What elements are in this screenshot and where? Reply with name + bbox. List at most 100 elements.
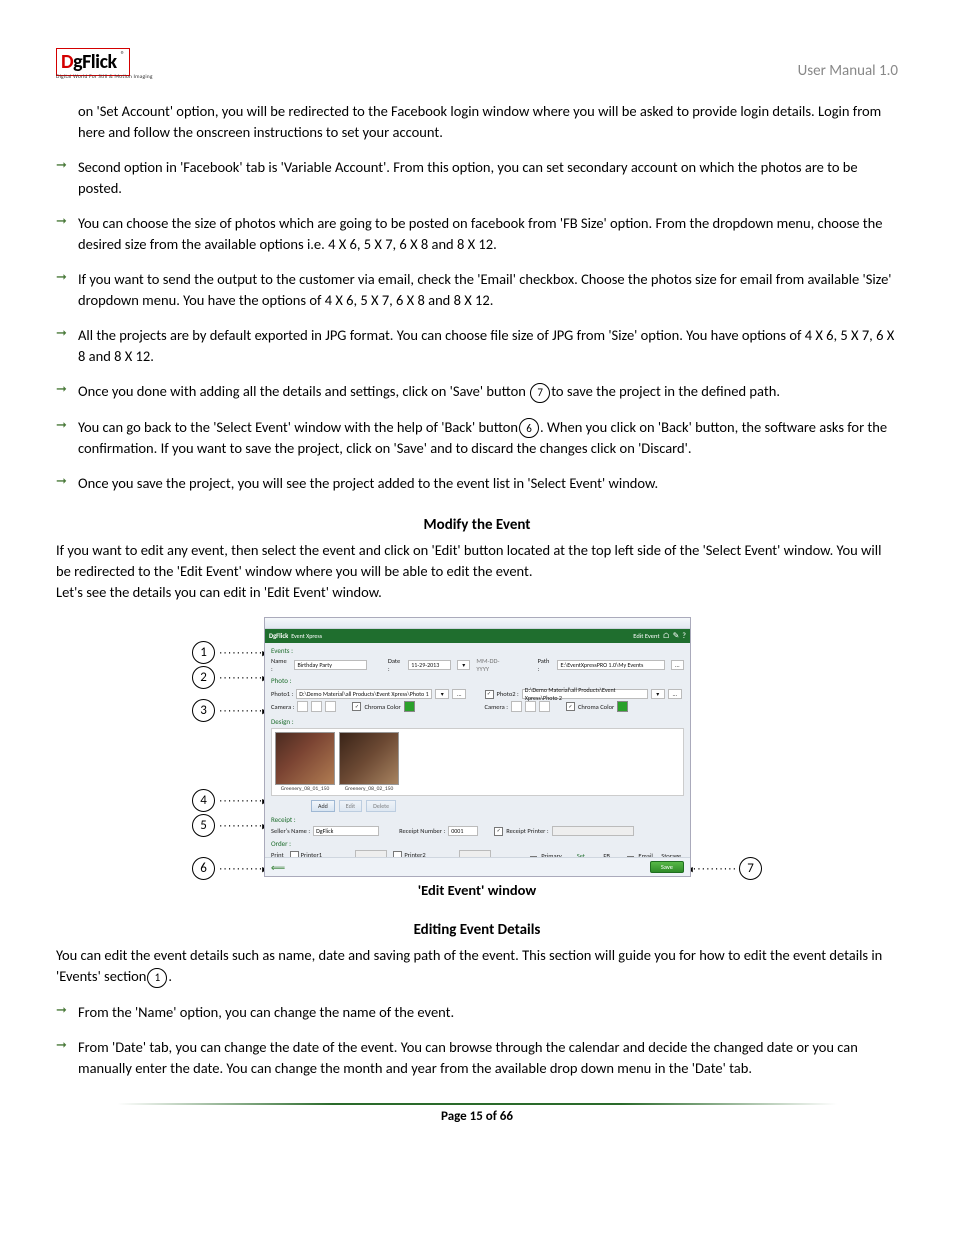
save-button[interactable]: Save xyxy=(650,861,684,873)
back-button[interactable]: ⟸ xyxy=(271,861,285,873)
chroma2-checkbox[interactable]: ✓ xyxy=(566,702,575,711)
chroma-color-swatch[interactable] xyxy=(404,701,415,712)
callout-3: 3 xyxy=(192,699,215,722)
callout-2: 2 xyxy=(192,666,215,689)
photo1-path[interactable]: D:\Demo Material\all Products\Event Xpre… xyxy=(296,689,432,699)
logo-tagline: Digital World For Still & Motion Imaging xyxy=(56,74,166,80)
edit-button[interactable]: Edit xyxy=(339,800,362,812)
bullet-item: Once you save the project, you will see … xyxy=(56,473,898,494)
logo-letters-rest: gFlick xyxy=(73,50,116,74)
photo2-path[interactable]: D:\Demo Material\all Products\Event Xpre… xyxy=(522,689,648,699)
bullet-item: From 'Date' tab, you can change the date… xyxy=(56,1037,898,1079)
callout-1: 1 xyxy=(192,641,215,664)
design-thumb-2[interactable]: Greenery_08_02_150 xyxy=(339,732,399,792)
logo: DgFlick ® Digital World For Still & Moti… xyxy=(56,48,166,93)
bullet-item-back: You can go back to the 'Select Event' wi… xyxy=(56,417,898,460)
thumbnail-caption: Greenery_08_02_150 xyxy=(339,786,399,792)
name-input[interactable]: Birthday Party xyxy=(294,660,366,670)
photo2-browse[interactable]: ... xyxy=(668,689,682,699)
date-label: Date : xyxy=(388,657,402,673)
camera-icon-2[interactable] xyxy=(311,701,322,712)
receipt-number-input[interactable]: 0001 xyxy=(448,826,478,836)
seller-label: Seller's Name : xyxy=(271,827,310,835)
callout-arrow-icon xyxy=(218,862,267,875)
heading-editing-event-details: Editing Event Details xyxy=(56,921,898,939)
receipt-printer-checkbox[interactable]: ✓ xyxy=(494,827,503,836)
section-events: Events : xyxy=(271,646,684,655)
date-format-hint: MM-DD-YYYY xyxy=(476,657,509,673)
path-label: Path : xyxy=(538,657,552,673)
thumbnail-image xyxy=(339,732,399,785)
path-input[interactable]: E:\EventXpressPRO 1.0\My Events xyxy=(557,660,664,670)
screenshot-caption: 'Edit Event' window xyxy=(56,881,898,899)
camera2-icon-1[interactable] xyxy=(511,701,522,712)
date-picker-button[interactable]: ▾ xyxy=(457,660,470,670)
photo2-dropdown[interactable]: ▾ xyxy=(651,689,665,699)
bullet-item-save: Once you done with adding all the detail… xyxy=(56,381,898,403)
logo-letter-d: D xyxy=(61,50,73,74)
path-browse-button[interactable]: ... xyxy=(671,660,684,670)
callout-4: 4 xyxy=(192,789,215,812)
delete-button[interactable]: Delete xyxy=(366,800,396,812)
inline-callout-seven: 7 xyxy=(530,383,550,403)
camera-label: Camera : xyxy=(271,703,294,711)
thumbnail-image xyxy=(275,732,335,785)
camera2-icon-2[interactable] xyxy=(525,701,536,712)
bullet-item: From the 'Name' option, you can change t… xyxy=(56,1002,898,1023)
continuation-paragraph: on 'Set Account' option, you will be red… xyxy=(56,101,898,143)
bullet-item: Second option in 'Facebook' tab is 'Vari… xyxy=(56,157,898,199)
settings-icon[interactable]: ✎ xyxy=(673,631,680,641)
bullet-item: If you want to send the output to the cu… xyxy=(56,269,898,311)
thumbnail-caption: Greenery_08_01_150 xyxy=(275,786,335,792)
chroma-checkbox[interactable]: ✓ xyxy=(352,702,361,711)
window-title: Edit Event xyxy=(633,632,659,640)
logo-reg: ® xyxy=(121,50,125,60)
section-order: Order : xyxy=(271,839,684,848)
editing-event-paragraph: You can edit the event details such as n… xyxy=(56,945,898,988)
heading-modify-event: Modify the Event xyxy=(56,516,898,534)
camera-icon-1[interactable] xyxy=(297,701,308,712)
callout-arrow-icon xyxy=(218,646,267,659)
photo1-label: Photo1 : xyxy=(271,690,293,698)
chroma2-color-swatch[interactable] xyxy=(617,701,628,712)
edit-event-screenshot-figure: 1 2 3 4 5 6 7 xyxy=(192,617,762,877)
camera2-icon-3[interactable] xyxy=(539,701,550,712)
app-brand: DgFlick xyxy=(269,632,288,640)
design-thumbnails-area: Greenery_08_01_150 Greenery_08_02_150 xyxy=(271,728,684,796)
callout-arrow-icon xyxy=(687,862,736,875)
camera-icon-3[interactable] xyxy=(325,701,336,712)
section-receipt: Receipt : xyxy=(271,815,684,824)
section-photo: Photo : xyxy=(271,676,684,685)
chroma-label: Chroma Color xyxy=(364,703,400,711)
help-icon[interactable]: ? xyxy=(682,631,686,641)
receipt-number-label: Receipt Number : xyxy=(399,827,445,835)
callout-5: 5 xyxy=(192,814,215,837)
bullet-item: You can choose the size of photos which … xyxy=(56,213,898,255)
date-input[interactable]: 11-29-2013 xyxy=(408,660,451,670)
inline-callout-six: 6 xyxy=(519,418,539,438)
bullet-item: All the projects are by default exported… xyxy=(56,325,898,367)
photo1-dropdown[interactable]: ▾ xyxy=(435,689,449,699)
section-design: Design : xyxy=(271,717,684,726)
receipt-printer-label: Receipt Printer : xyxy=(506,827,548,835)
app-subtitle: Event Xpress xyxy=(291,632,322,640)
callout-arrow-icon xyxy=(218,671,267,684)
edit-event-screenshot: DgFlick Event Xpress Edit Event ⌂ ✎ ? Ev… xyxy=(264,617,691,877)
photo1-browse[interactable]: ... xyxy=(452,689,466,699)
seller-input[interactable]: DgFlick xyxy=(313,826,379,836)
inline-callout-one: 1 xyxy=(147,968,167,988)
home-icon[interactable]: ⌂ xyxy=(663,631,670,641)
receipt-printer-select[interactable] xyxy=(552,826,634,836)
callout-7: 7 xyxy=(739,857,762,880)
callout-6: 6 xyxy=(192,857,215,880)
chroma2-label: Chroma Color xyxy=(578,703,614,711)
modify-event-paragraph: If you want to edit any event, then sele… xyxy=(56,540,898,603)
design-thumb-1[interactable]: Greenery_08_01_150 xyxy=(275,732,335,792)
photo2-label: Photo2 : xyxy=(497,690,519,698)
page-number: Page 15 of 66 xyxy=(56,1109,898,1124)
add-button[interactable]: Add xyxy=(311,800,335,812)
footer-divider xyxy=(117,1103,837,1105)
window-titlebar xyxy=(265,618,690,629)
callout-arrow-icon xyxy=(218,794,267,807)
photo2-checkbox[interactable]: ✓ xyxy=(485,690,494,699)
